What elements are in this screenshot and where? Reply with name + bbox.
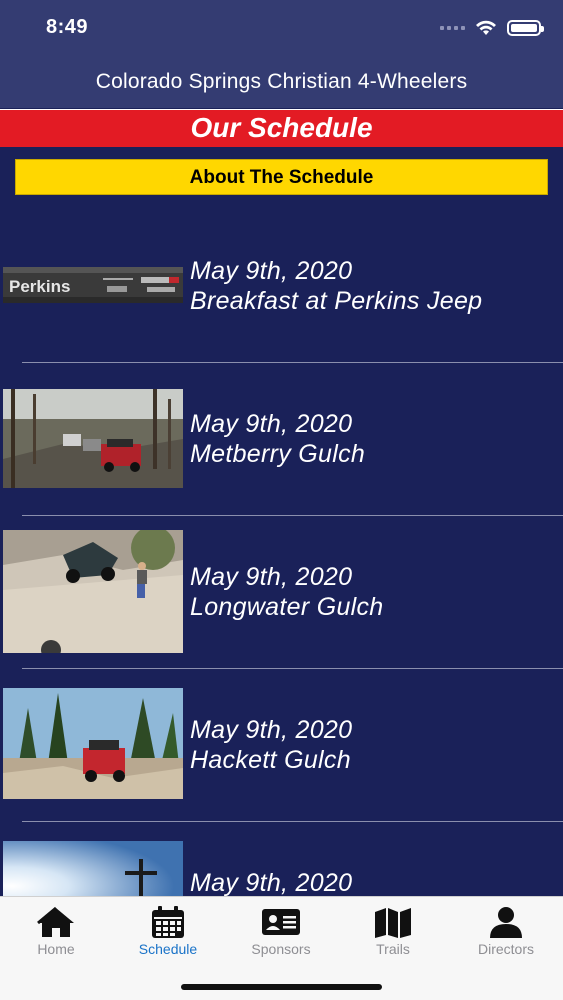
about-schedule-button[interactable]: About The Schedule (15, 159, 548, 195)
event-name: Longwater Gulch (190, 593, 384, 621)
perkins-sign-image: Perkins (3, 267, 183, 303)
tab-home[interactable]: Home (0, 905, 112, 965)
status-time: 8:49 (46, 16, 89, 38)
event-name: Hackett Gulch (190, 746, 351, 774)
event-date: May 9th, 2020 (190, 410, 353, 438)
navigation-bar: Colorado Springs Christian 4-Wheelers (0, 56, 563, 108)
tab-label: Schedule (138, 941, 198, 957)
event-date: May 9th, 2020 (190, 869, 353, 896)
pine-forest-image (3, 688, 183, 799)
wifi-icon (476, 20, 496, 35)
event-date: May 9th, 2020 (190, 563, 353, 591)
cellular-signal-icon (440, 26, 465, 30)
tab-trails[interactable]: Trails (337, 905, 449, 965)
home-icon (37, 906, 74, 937)
section-title: Our Schedule (190, 112, 373, 143)
event-name: Breakfast at Perkins Jeep (190, 287, 483, 315)
schedule-item[interactable]: May 9th, 2020 Longwater Gulch (0, 516, 563, 669)
status-icons (440, 18, 544, 38)
user-icon (490, 907, 522, 938)
event-date: May 9th, 2020 (190, 257, 353, 285)
tab-label: Directors (477, 941, 534, 957)
rock-slab-image (3, 530, 183, 653)
tab-label: Trails (376, 941, 410, 957)
tab-label: Sponsors (251, 941, 311, 957)
status-bar: 8:49 (0, 0, 563, 56)
app-title: Colorado Springs Christian 4-Wheelers (95, 70, 468, 93)
tab-sponsors[interactable]: Sponsors (225, 905, 337, 965)
schedule-item[interactable]: May 9th, 2020 Hackett Gulch (0, 669, 563, 822)
event-date: May 9th, 2020 (190, 716, 353, 744)
section-banner: Our Schedule (0, 109, 563, 147)
cross-sky-image (3, 841, 183, 896)
schedule-item[interactable]: May 9th, 2020 Metberry Gulch (0, 363, 563, 516)
id-card-icon (262, 909, 300, 935)
event-name: Metberry Gulch (190, 440, 366, 468)
map-icon (375, 908, 411, 938)
perkins-logo-text: Perkins (9, 277, 70, 296)
calendar-icon (152, 906, 184, 938)
home-indicator[interactable] (181, 984, 382, 990)
tab-directors[interactable]: Directors (450, 905, 562, 965)
tab-bar: Home Schedule Sponsors Trails Directors (0, 896, 563, 1000)
schedule-list[interactable]: Perkins May 9th, 2020 Breakfast at Perki… (0, 210, 563, 896)
tab-schedule[interactable]: Schedule (112, 905, 224, 965)
battery-icon (507, 20, 544, 36)
schedule-item[interactable]: May 9th, 2020 (0, 822, 563, 896)
forest-trail-image (3, 389, 183, 488)
tab-label: Home (37, 941, 75, 957)
schedule-item[interactable]: Perkins May 9th, 2020 Breakfast at Perki… (0, 210, 563, 363)
